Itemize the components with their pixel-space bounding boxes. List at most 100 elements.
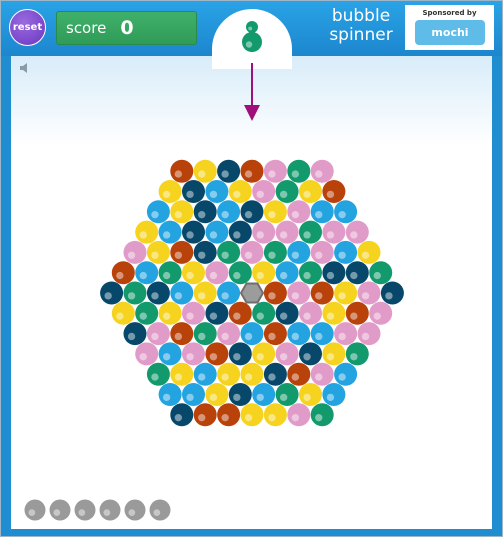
bubble [217,362,241,386]
remaining-shot-bubble [99,499,121,521]
bubble [334,281,358,305]
bubble [322,261,346,285]
bubble [380,281,404,305]
bubble [275,301,299,325]
bubble [111,261,135,285]
bubble [322,342,346,366]
bubble [263,240,287,264]
bubble [287,362,311,386]
bubble [310,281,334,305]
bubble [146,362,170,386]
bubble [299,220,322,244]
bubble [146,322,170,346]
bubble [263,362,287,386]
remaining-shot-bubble [124,499,146,521]
bubble [263,159,287,183]
center-hexagon [239,282,265,304]
bubble [217,322,241,346]
bubble [170,362,194,386]
bubble [170,240,194,264]
bubble [123,322,147,346]
bubble [146,281,170,305]
bubble [228,261,252,285]
bubble [252,261,276,285]
bubble [135,342,159,366]
bubble [100,281,124,305]
bubble [158,220,182,244]
bubble [310,159,334,183]
bubble [135,261,159,285]
bubble [240,362,264,386]
bubble [287,322,311,346]
bubble [193,403,217,427]
remaining-shot-bubble [149,499,171,521]
bubble [357,281,381,305]
game-frame: reset score 0 bubble spinner Sponsored b… [0,0,503,537]
bubble [275,383,299,406]
bubble [334,200,358,224]
bubble [345,301,369,325]
bubble [322,220,346,244]
bubble [322,301,346,325]
bubble [345,342,369,366]
bubble [275,342,299,366]
bubble [357,322,381,346]
bubble [193,240,217,264]
bubble [228,180,252,203]
bubble [310,200,334,224]
bubble [334,240,358,264]
bubble [217,240,241,264]
bubble [170,281,194,305]
bubble [158,301,182,325]
bubble [135,301,159,325]
bubble [275,220,299,244]
bubble [205,383,229,406]
bubble [275,261,299,285]
bubble [217,159,241,183]
bubble [228,342,252,366]
bubble [146,200,170,224]
bubble [205,342,229,366]
bubble [310,240,334,264]
bubble [310,322,334,346]
bubble [322,383,346,406]
bubble [252,383,276,406]
bubble [240,159,264,183]
bubble [217,281,241,305]
remaining-shot-bubble [74,499,96,521]
bubble [111,301,135,325]
bubble [263,200,287,224]
bubble [299,383,322,406]
bubble [252,180,276,203]
bubble [193,362,217,386]
bubble [205,261,229,285]
bubble [334,362,358,386]
bubble [275,180,299,203]
bubble [240,403,264,427]
bubble [135,220,159,244]
bubble [263,281,287,305]
bubble [217,200,241,224]
bubble [334,322,358,346]
bubble [345,261,369,285]
bubble [205,220,229,244]
bubble [322,180,346,203]
down-arrow-icon [244,105,260,121]
loaded-bubble [242,32,262,52]
bubble [240,240,264,264]
bubble [205,180,229,203]
bubble [146,240,170,264]
bubble [182,383,205,406]
next-bubble [246,21,258,33]
bubble [310,403,334,427]
bubble [193,322,217,346]
bubble [240,200,264,224]
bubble [263,322,287,346]
bubble [263,403,287,427]
game-canvas[interactable] [1,1,502,536]
bubble [369,261,393,285]
bubble [228,301,252,325]
bubble [193,281,217,305]
bubble [158,383,182,406]
bubble [240,322,264,346]
